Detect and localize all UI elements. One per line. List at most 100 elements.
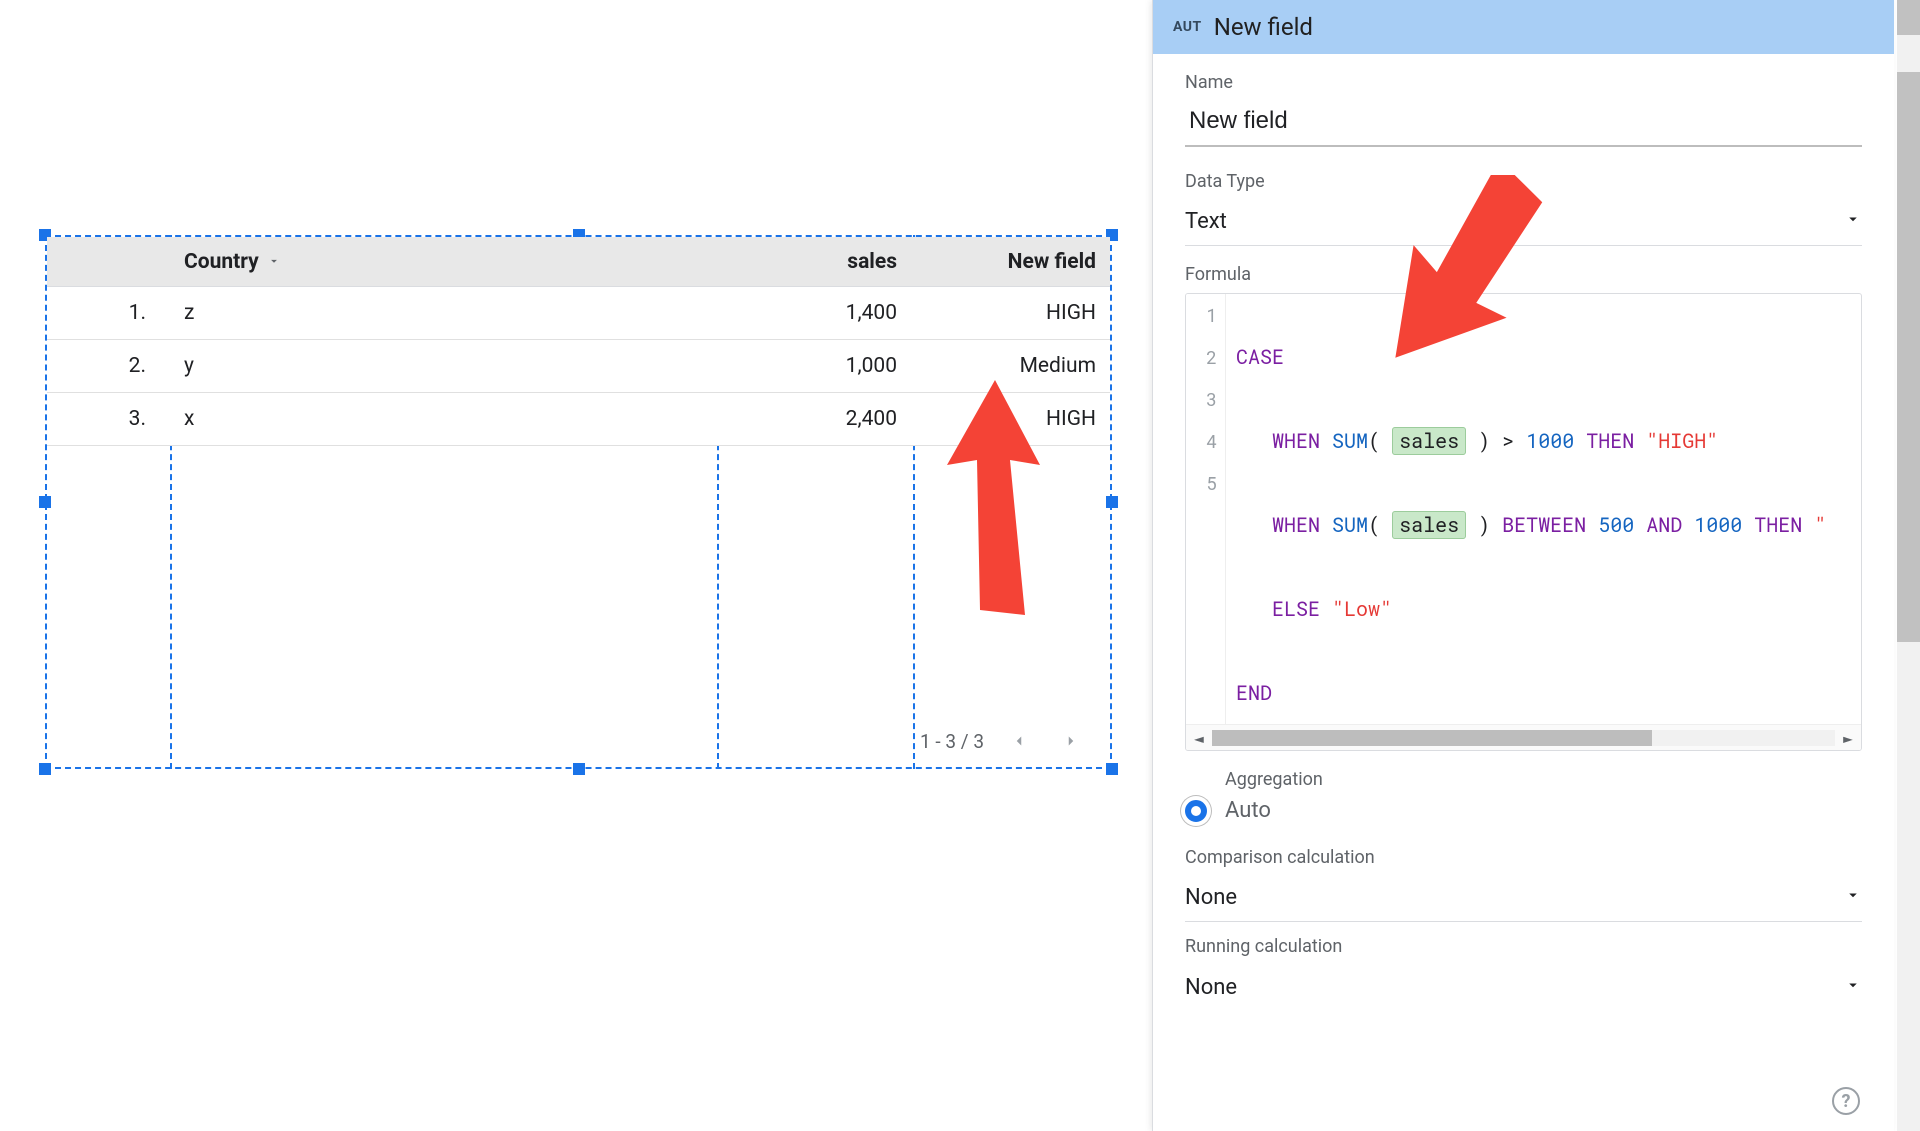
kw-when: WHEN bbox=[1272, 428, 1320, 454]
field-type-badge: AUT bbox=[1173, 19, 1202, 35]
cell-newfield: HIGH bbox=[911, 287, 1110, 339]
field-sales[interactable]: sales bbox=[1392, 427, 1466, 455]
resize-handle[interactable] bbox=[39, 496, 51, 508]
table-row[interactable]: 3. x 2,400 HIGH bbox=[47, 393, 1110, 446]
line-gutter: 1 2 3 4 5 bbox=[1186, 294, 1226, 724]
paren-open: ( bbox=[1368, 512, 1380, 538]
num-500: 500 bbox=[1598, 512, 1634, 538]
panel-title-text: New field bbox=[1214, 13, 1313, 41]
formula-hscroll[interactable]: ◄ ► bbox=[1186, 724, 1861, 750]
code-area[interactable]: 1 2 3 4 5 CASE WHEN SUM( sales ) > 1000 … bbox=[1186, 294, 1861, 724]
scroll-left-icon[interactable]: ◄ bbox=[1186, 725, 1212, 751]
table-row[interactable]: 1. z 1,400 HIGH bbox=[47, 287, 1110, 340]
cell-sales: 1,400 bbox=[715, 287, 911, 339]
name-section: Name bbox=[1153, 54, 1894, 153]
chevron-down-icon bbox=[1844, 885, 1862, 910]
resize-handle[interactable] bbox=[1106, 763, 1118, 775]
aggregation-section: Aggregation Auto bbox=[1153, 751, 1894, 823]
datatype-label: Data Type bbox=[1185, 171, 1862, 192]
num-1000b: 1000 bbox=[1694, 512, 1742, 538]
cell-index: 1. bbox=[47, 287, 170, 339]
table-chart[interactable]: Country sales New field 1. z 1,400 HIGH … bbox=[45, 235, 1112, 769]
field-editor-panel: AUT New field Name Data Type Text Formul… bbox=[1152, 0, 1894, 1131]
col-index[interactable] bbox=[47, 237, 170, 286]
aggregation-option[interactable]: Auto bbox=[1185, 798, 1862, 823]
op-gt: > bbox=[1502, 428, 1514, 454]
code-content[interactable]: CASE WHEN SUM( sales ) > 1000 THEN "HIGH… bbox=[1226, 294, 1861, 724]
comparison-value: None bbox=[1185, 885, 1237, 910]
str-trunc: " bbox=[1814, 512, 1826, 538]
line-number: 3 bbox=[1186, 378, 1225, 420]
col-country-label: Country bbox=[184, 250, 259, 274]
col-country[interactable]: Country bbox=[170, 237, 715, 286]
datatype-section: Data Type Text bbox=[1153, 153, 1894, 252]
line-number: 2 bbox=[1186, 336, 1225, 378]
datatype-select[interactable]: Text bbox=[1185, 198, 1862, 246]
str-high: "HIGH" bbox=[1646, 428, 1718, 454]
table-pager: 1 - 3 / 3 bbox=[45, 721, 1112, 761]
scroll-thumb[interactable] bbox=[1212, 730, 1652, 746]
kw-between: BETWEEN bbox=[1502, 512, 1586, 538]
cell-newfield: HIGH bbox=[911, 393, 1110, 445]
fn-sum: SUM bbox=[1332, 428, 1368, 454]
comparison-section: Comparison calculation None bbox=[1153, 839, 1894, 928]
comparison-label: Comparison calculation bbox=[1185, 847, 1862, 868]
scroll-thumb[interactable] bbox=[1897, 0, 1920, 35]
comparison-select[interactable]: None bbox=[1185, 874, 1862, 922]
paren-close: ) bbox=[1478, 428, 1490, 454]
kw-case: CASE bbox=[1236, 344, 1284, 370]
field-sales[interactable]: sales bbox=[1392, 511, 1466, 539]
str-low: "Low" bbox=[1332, 596, 1392, 622]
radio-selected-icon[interactable] bbox=[1185, 800, 1207, 822]
page-scrollbar[interactable] bbox=[1897, 0, 1920, 1131]
kw-end: END bbox=[1236, 680, 1272, 706]
kw-then: THEN bbox=[1754, 512, 1802, 538]
line-number: 4 bbox=[1186, 420, 1225, 462]
col-sales-label: sales bbox=[847, 250, 897, 274]
col-sales[interactable]: sales bbox=[715, 237, 911, 286]
running-label: Running calculation bbox=[1185, 936, 1862, 957]
name-label: Name bbox=[1185, 72, 1862, 93]
kw-and: AND bbox=[1646, 512, 1682, 538]
aggregation-label: Aggregation bbox=[1225, 769, 1862, 790]
cell-country: y bbox=[170, 340, 715, 392]
line-number: 5 bbox=[1186, 462, 1225, 504]
running-value: None bbox=[1185, 975, 1237, 1000]
cell-sales: 2,400 bbox=[715, 393, 911, 445]
cell-sales: 1,000 bbox=[715, 340, 911, 392]
pager-status: 1 - 3 / 3 bbox=[920, 730, 984, 753]
cell-country: z bbox=[170, 287, 715, 339]
kw-then: THEN bbox=[1586, 428, 1634, 454]
scroll-right-icon[interactable]: ► bbox=[1835, 725, 1861, 751]
scroll-thumb[interactable] bbox=[1897, 72, 1920, 642]
resize-handle[interactable] bbox=[39, 763, 51, 775]
resize-handle[interactable] bbox=[573, 763, 585, 775]
fn-sum: SUM bbox=[1332, 512, 1368, 538]
running-select[interactable]: None bbox=[1185, 963, 1862, 1011]
datatype-value: Text bbox=[1185, 209, 1227, 234]
num-1000: 1000 bbox=[1526, 428, 1574, 454]
col-newfield-label: New field bbox=[1008, 250, 1096, 274]
sort-descending-icon bbox=[267, 250, 281, 274]
cell-newfield: Medium bbox=[911, 340, 1110, 392]
resize-handle[interactable] bbox=[1106, 496, 1118, 508]
cell-country: x bbox=[170, 393, 715, 445]
cell-index: 3. bbox=[47, 393, 170, 445]
cell-index: 2. bbox=[47, 340, 170, 392]
aggregation-value: Auto bbox=[1225, 798, 1271, 823]
kw-when: WHEN bbox=[1272, 512, 1320, 538]
panel-header: AUT New field bbox=[1153, 0, 1894, 54]
pager-next-button[interactable] bbox=[1054, 724, 1088, 758]
pager-prev-button[interactable] bbox=[1002, 724, 1036, 758]
paren-open: ( bbox=[1368, 428, 1380, 454]
paren-close: ) bbox=[1478, 512, 1490, 538]
chevron-down-icon bbox=[1844, 209, 1862, 234]
formula-editor[interactable]: 1 2 3 4 5 CASE WHEN SUM( sales ) > 1000 … bbox=[1185, 293, 1862, 751]
data-table: Country sales New field 1. z 1,400 HIGH … bbox=[47, 237, 1110, 446]
running-section: Running calculation None bbox=[1153, 928, 1894, 1017]
table-row[interactable]: 2. y 1,000 Medium bbox=[47, 340, 1110, 393]
table-header: Country sales New field bbox=[47, 237, 1110, 287]
field-name-input[interactable] bbox=[1185, 99, 1862, 147]
col-newfield[interactable]: New field bbox=[911, 237, 1110, 286]
help-button[interactable]: ? bbox=[1832, 1087, 1860, 1115]
